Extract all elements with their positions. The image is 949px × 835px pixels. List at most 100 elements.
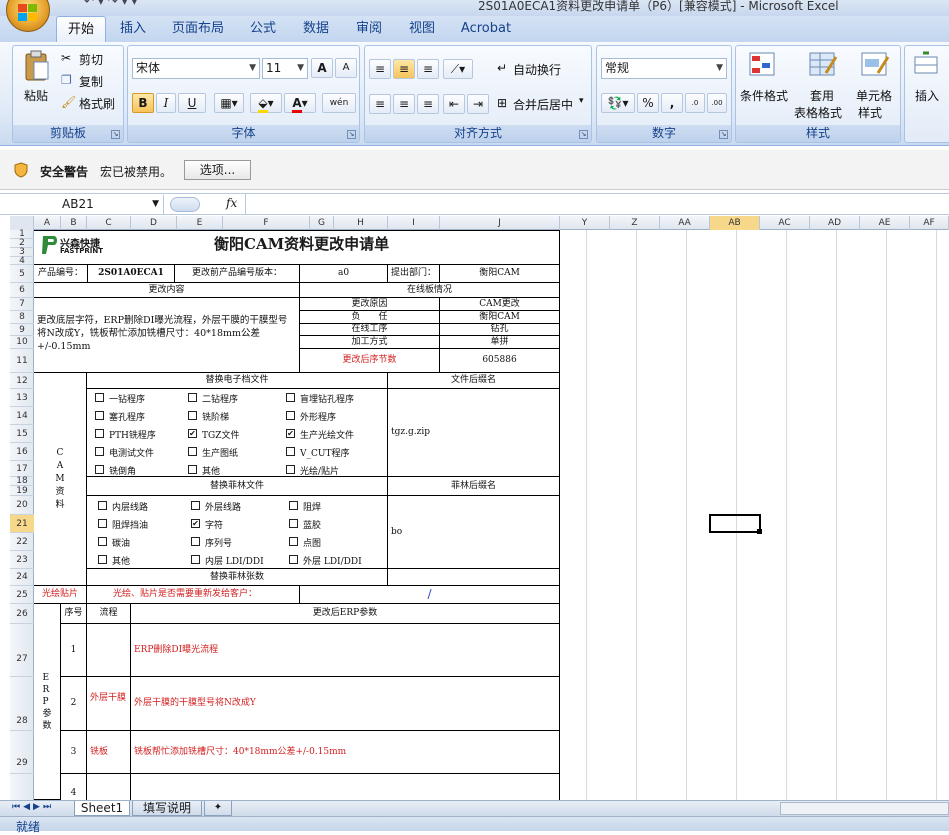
file-checkbox[interactable] xyxy=(286,465,295,474)
row-header[interactable]: 4 xyxy=(10,257,34,266)
file-checkbox[interactable] xyxy=(95,447,104,456)
col-header[interactable]: A xyxy=(34,216,61,230)
row-header[interactable]: 24 xyxy=(10,569,34,586)
erp-row-flow[interactable]: 外层干膜 xyxy=(87,677,131,731)
paste-button[interactable]: 粘贴 xyxy=(24,87,48,104)
col-header[interactable]: E xyxy=(177,216,223,230)
col-header[interactable]: C xyxy=(87,216,131,230)
row-header[interactable]: 22 xyxy=(10,533,34,551)
row-header[interactable]: 27 xyxy=(10,624,34,677)
format-as-table-button[interactable]: 表格格式 xyxy=(794,104,842,121)
col-header[interactable]: I xyxy=(388,216,440,230)
film-checkbox[interactable]: ✔ xyxy=(191,519,200,528)
file-checkbox[interactable] xyxy=(286,411,295,420)
prev-ver-value[interactable]: a0 xyxy=(300,265,388,283)
font-launcher-icon[interactable]: ↘ xyxy=(347,130,356,139)
film-suffix-value[interactable]: bo xyxy=(388,496,560,569)
erp-row-flow[interactable]: 铣板 xyxy=(87,731,131,774)
file-checkbox[interactable] xyxy=(188,447,197,456)
row-header[interactable]: 5 xyxy=(10,265,34,283)
formula-input[interactable] xyxy=(245,194,949,214)
conditional-format-button[interactable]: 条件格式 xyxy=(740,87,788,104)
sheet-nav-arrows-icon[interactable]: ⏮◀▶⏭ xyxy=(12,802,54,812)
tab-page-layout[interactable]: 页面布局 xyxy=(166,16,230,42)
film-checkbox[interactable] xyxy=(289,537,298,546)
tab-formulas[interactable]: 公式 xyxy=(243,16,283,42)
row-header[interactable]: 26 xyxy=(10,604,34,624)
row-header[interactable]: 12 xyxy=(10,373,34,389)
sheet-tab-sheet1[interactable]: Sheet1 xyxy=(74,801,130,816)
owner-value[interactable]: 衡阳CAM xyxy=(440,311,560,324)
row-header[interactable]: 16 xyxy=(10,443,34,461)
film-checkbox[interactable] xyxy=(98,501,107,510)
format-painter-button[interactable]: 格式刷 xyxy=(79,95,115,112)
row-header[interactable]: 18 xyxy=(10,477,34,486)
method-value[interactable]: 单拼 xyxy=(440,336,560,349)
tab-acrobat[interactable]: Acrobat xyxy=(455,16,517,42)
row-header[interactable]: 17 xyxy=(10,461,34,477)
align-bottom-icon[interactable]: ≡ xyxy=(417,59,439,79)
horizontal-scrollbar[interactable] xyxy=(780,802,949,815)
file-checkbox[interactable] xyxy=(286,393,295,402)
film-checkbox[interactable] xyxy=(98,519,107,528)
wrap-text-button[interactable]: 自动换行 xyxy=(513,61,561,78)
col-header[interactable]: F xyxy=(223,216,310,230)
film-checkbox[interactable] xyxy=(289,519,298,528)
row-header[interactable]: 28 xyxy=(10,677,34,731)
file-checkbox[interactable] xyxy=(95,411,104,420)
shrink-font-button[interactable]: A xyxy=(335,58,357,78)
erp-row-flow[interactable] xyxy=(87,774,131,800)
row-header-selected[interactable]: 21 xyxy=(10,515,34,533)
sheet-tab-instructions[interactable]: 填写说明 xyxy=(132,801,202,816)
format-as-table-line1[interactable]: 套用 xyxy=(810,87,834,104)
insert-sheet-icon[interactable]: ✦ xyxy=(204,801,232,816)
col-header[interactable]: D xyxy=(131,216,177,230)
fill-handle[interactable] xyxy=(757,529,762,534)
file-suffix-value[interactable]: tgz.g.zip xyxy=(388,389,560,477)
row-header[interactable]: 23 xyxy=(10,551,34,569)
photo-value[interactable]: / xyxy=(300,586,560,604)
merge-center-button[interactable]: 合并后居中 xyxy=(513,96,573,113)
col-header[interactable]: AF xyxy=(910,216,949,230)
clipboard-launcher-icon[interactable]: ↘ xyxy=(111,130,120,139)
align-right-icon[interactable]: ≡ xyxy=(417,94,439,114)
row-header[interactable]: 7 xyxy=(10,298,34,311)
file-checkbox[interactable] xyxy=(188,393,197,402)
security-options-button[interactable]: 选项... xyxy=(184,160,251,180)
copy-button[interactable]: 复制 xyxy=(79,73,103,90)
number-format-select[interactable]: 常规 ▼ xyxy=(601,58,727,79)
file-checkbox[interactable] xyxy=(95,465,104,474)
row-header[interactable]: 25 xyxy=(10,586,34,604)
borders-button[interactable]: ▦▾ xyxy=(214,93,244,113)
erp-row-param[interactable]: 外层干膜的干膜型号将N改成Y xyxy=(131,677,560,731)
erp-row-param[interactable]: 铣板帮忙添加铣槽尺寸：40*18mm公差+/-0.15mm xyxy=(131,731,560,774)
select-all-corner[interactable] xyxy=(10,216,34,230)
file-checkbox[interactable] xyxy=(188,411,197,420)
alignment-launcher-icon[interactable]: ↘ xyxy=(579,130,588,139)
fx-icon[interactable]: fx xyxy=(226,196,237,210)
row-header[interactable]: 19 xyxy=(10,486,34,496)
align-top-icon[interactable]: ≡ xyxy=(369,59,391,79)
col-header[interactable]: G xyxy=(310,216,334,230)
col-header[interactable]: B xyxy=(61,216,87,230)
active-cell-cursor[interactable] xyxy=(709,514,761,533)
col-header[interactable]: AE xyxy=(860,216,910,230)
font-name-select[interactable]: 宋体 ▼ xyxy=(132,58,260,79)
change-description[interactable]: 更改底层字符，ERP删除DI曝光流程，外层干膜的干膜型号将N改成Y，铣板帮忙添加… xyxy=(34,298,300,373)
bold-button[interactable]: B xyxy=(132,93,154,113)
align-center-icon[interactable]: ≡ xyxy=(393,94,415,114)
col-header[interactable]: Y xyxy=(560,216,610,230)
file-checkbox[interactable] xyxy=(95,429,104,438)
worksheet-grid[interactable]: 兴森快捷 FASTPRINT 衡阳CAM资料更改申请单 产品编号： 2S01A0… xyxy=(34,230,949,800)
film-checkbox[interactable] xyxy=(98,537,107,546)
film-checkbox[interactable] xyxy=(191,555,200,564)
row-header[interactable]: 10 xyxy=(10,336,34,349)
align-left-icon[interactable]: ≡ xyxy=(369,94,391,114)
erp-row-flow[interactable] xyxy=(87,624,131,677)
orientation-icon[interactable]: ⟋▾ xyxy=(443,59,473,79)
prod-no-value[interactable]: 2S01A0ECA1 xyxy=(88,265,175,283)
col-header[interactable]: H xyxy=(334,216,388,230)
film-checkbox[interactable] xyxy=(98,555,107,564)
row-header[interactable]: 15 xyxy=(10,425,34,443)
font-color-button[interactable]: A▾ xyxy=(284,93,316,113)
